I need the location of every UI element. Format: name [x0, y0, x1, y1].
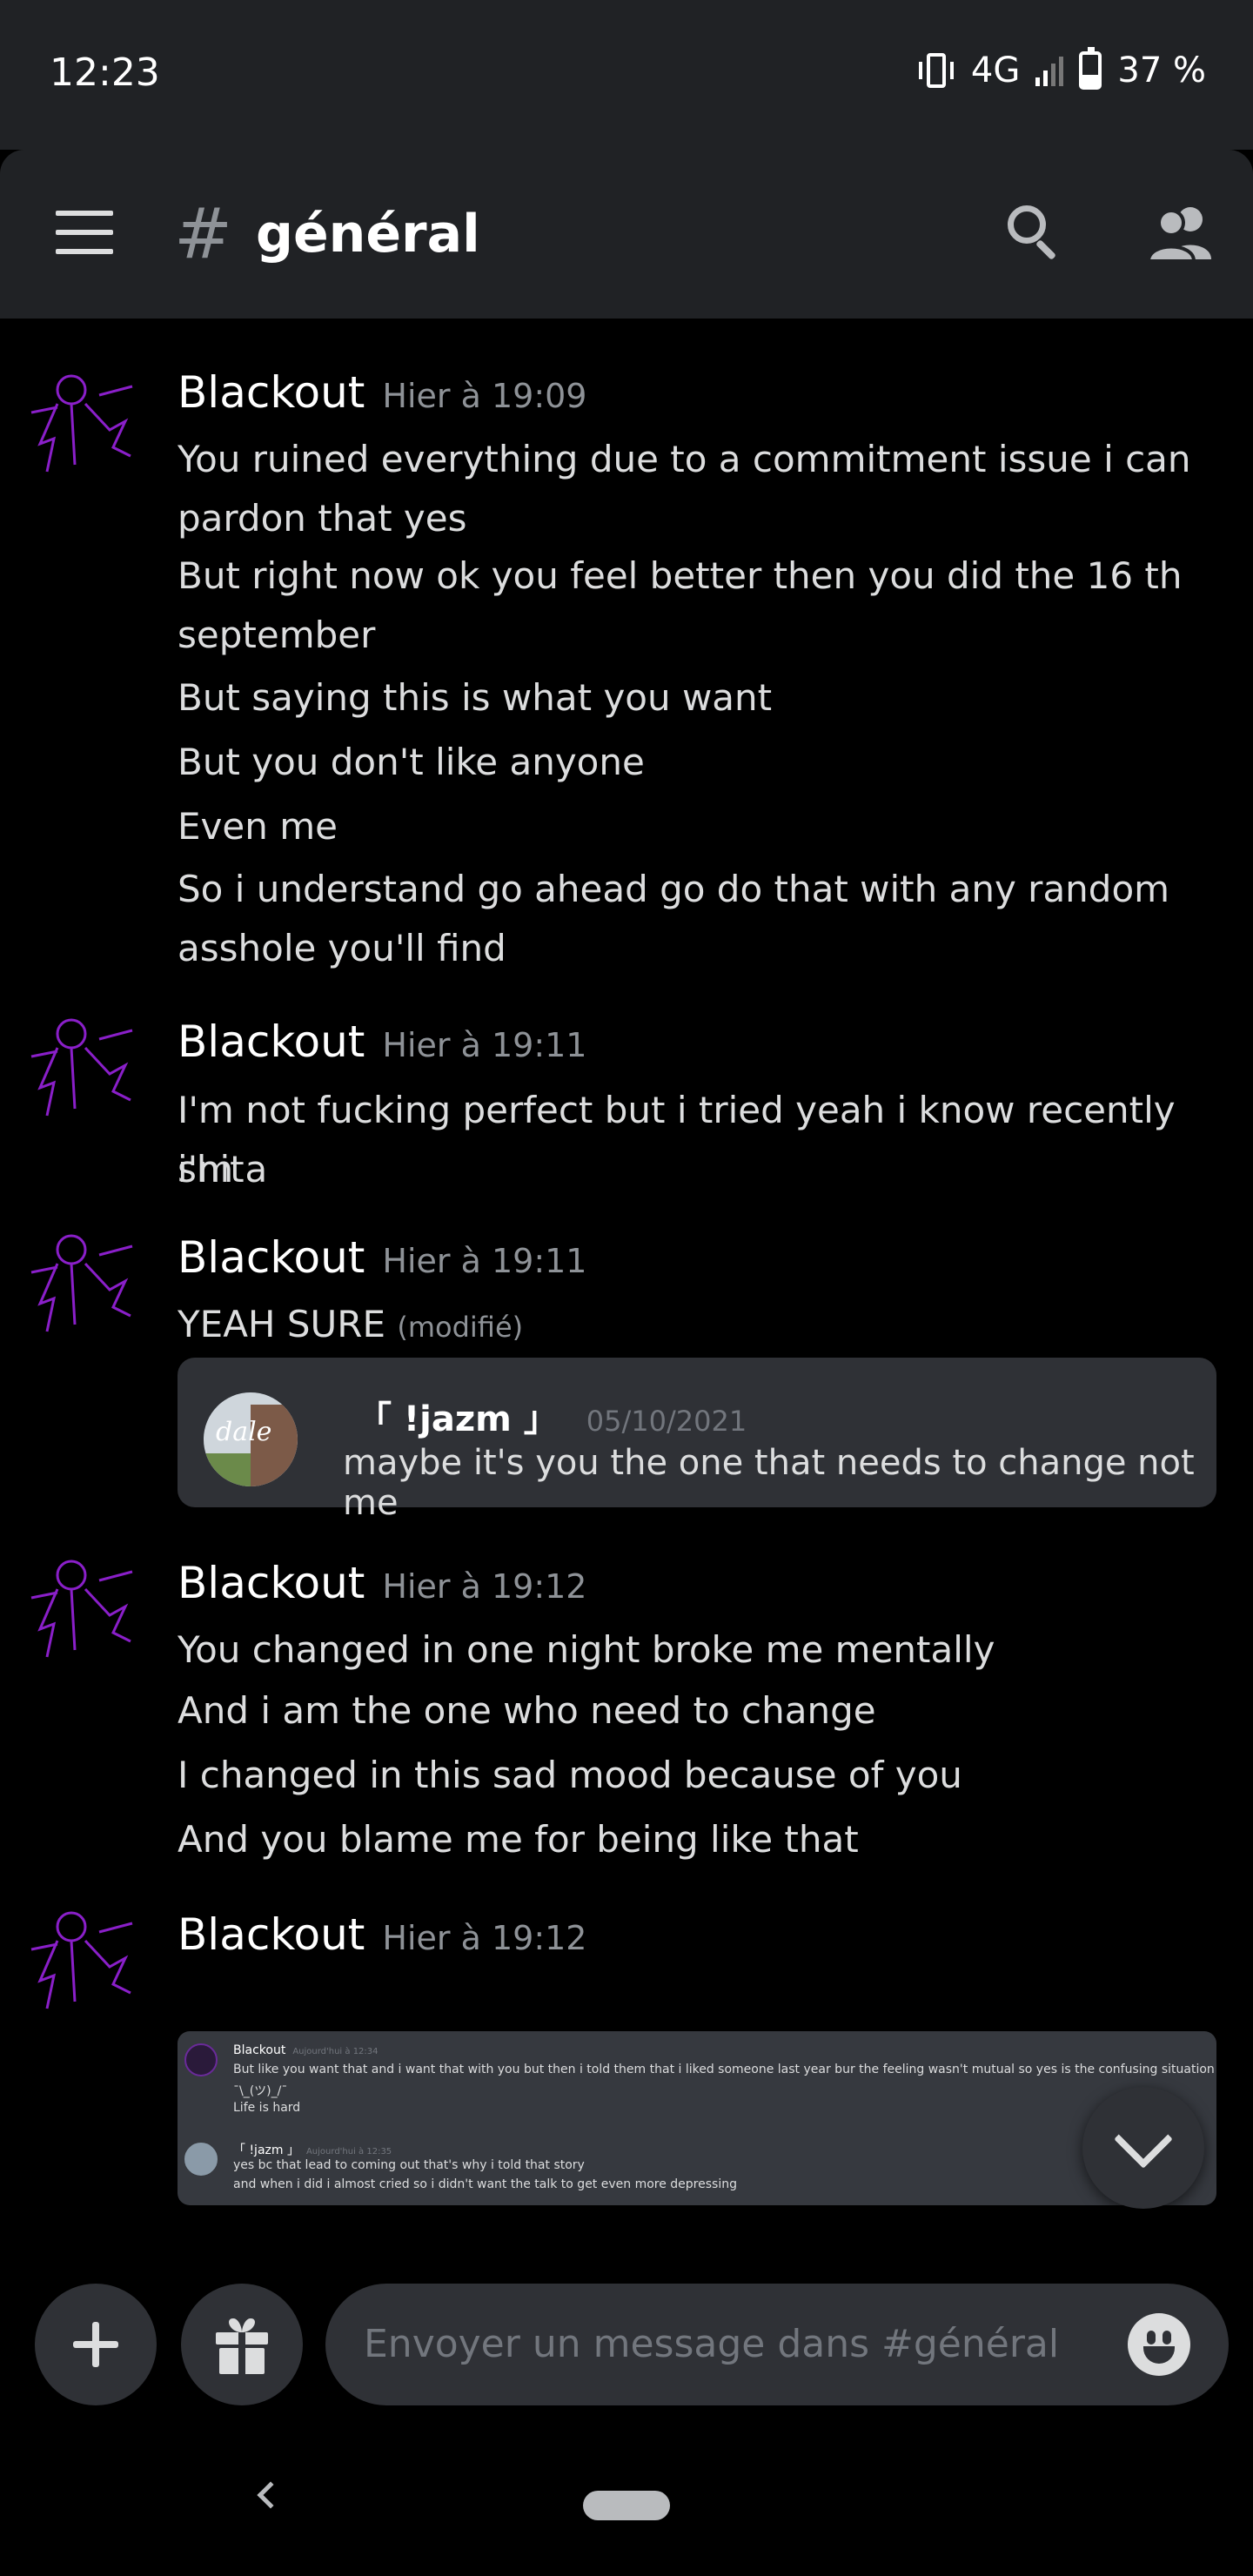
- message-line: You changed in one night broke me mental…: [178, 1628, 995, 1671]
- scroll-to-bottom-button[interactable]: [1082, 2087, 1204, 2209]
- message-list[interactable]: Blackout Hier à 19:09 You ruined everythi…: [0, 319, 1253, 2259]
- attachment-text: and when i did i almost cried so i didn'…: [233, 2177, 737, 2191]
- attachment-text: But like you want that and i want that w…: [233, 2063, 1215, 2076]
- system-nav-bar: [0, 2425, 1253, 2576]
- embed-date: 05/10/2021: [586, 1405, 747, 1438]
- message-line: So i understand go ahead go do that with…: [178, 868, 1170, 910]
- channel-hash-icon: #: [174, 193, 233, 274]
- message-line: asshole you'll find: [178, 927, 506, 969]
- message-line: YEAH SURE (modifié): [178, 1303, 524, 1345]
- message-author[interactable]: Blackout Hier à 19:11: [178, 1232, 586, 1283]
- channel-header: # général: [0, 150, 1253, 319]
- composer-bar: Envoyer un message dans #général: [0, 2259, 1253, 2425]
- message-line: You ruined everything due to a commitmen…: [178, 438, 1191, 480]
- message-timestamp: Hier à 19:09: [382, 377, 587, 415]
- avatar[interactable]: [23, 1004, 141, 1123]
- search-icon[interactable]: [1004, 202, 1065, 263]
- gift-icon: [216, 2318, 268, 2374]
- message-author[interactable]: Blackout Hier à 19:11: [178, 1016, 586, 1067]
- message-author[interactable]: Blackout Hier à 19:12: [178, 1558, 586, 1608]
- add-attachment-button[interactable]: [35, 2284, 157, 2405]
- message-author[interactable]: Blackout Hier à 19:12: [178, 1909, 586, 1960]
- attachment-author: 「 !jazm 」 Aujourd'hui à 12:35: [233, 2143, 392, 2157]
- message-line: But saying this is what you want: [178, 676, 773, 719]
- channel-title: général: [256, 204, 480, 265]
- attachment-avatar: [184, 2043, 218, 2076]
- quoted-message-embed[interactable]: dale 「 !jazm 」 05/10/2021 maybe it's you …: [178, 1358, 1216, 1523]
- home-pill[interactable]: [583, 2491, 670, 2520]
- message-line: I changed in this sad mood because of yo…: [178, 1754, 962, 1796]
- message-timestamp: Hier à 19:12: [382, 1567, 587, 1606]
- members-icon[interactable]: [1145, 202, 1215, 263]
- status-icons: 4G 37 %: [917, 47, 1206, 91]
- avatar[interactable]: [23, 1220, 141, 1338]
- message-line: But you don't like anyone: [178, 741, 645, 783]
- message-timestamp: Hier à 19:12: [382, 1919, 587, 1957]
- hamburger-menu-icon[interactable]: [56, 211, 113, 254]
- message-line: september: [178, 614, 376, 656]
- avatar[interactable]: [23, 1897, 141, 2016]
- chevron-down-icon: [1114, 2110, 1173, 2169]
- message-line: And i am the one who need to change: [178, 1689, 876, 1732]
- network-label: 4G: [970, 50, 1021, 91]
- status-bar: 12:23 4G 37 %: [0, 0, 1253, 150]
- message-line: pardon that yes: [178, 497, 467, 540]
- embed-text: maybe it's you the one that needs to cha…: [343, 1443, 1195, 1523]
- message-timestamp: Hier à 19:11: [382, 1242, 587, 1280]
- image-attachment[interactable]: Blackout Aujourd'hui à 12:34 But like you…: [178, 2031, 1216, 2205]
- message-author[interactable]: Blackout Hier à 19:09: [178, 367, 586, 418]
- battery-label: 37 %: [1117, 50, 1206, 91]
- message-timestamp: Hier à 19:11: [382, 1026, 587, 1064]
- message-input-placeholder: Envoyer un message dans #général: [364, 2322, 1060, 2366]
- gift-button[interactable]: [181, 2284, 303, 2405]
- vibrate-icon: [917, 53, 955, 88]
- back-icon[interactable]: [257, 2481, 285, 2509]
- avatar[interactable]: [23, 360, 141, 479]
- avatar[interactable]: [23, 1546, 141, 1664]
- attachment-author: Blackout Aujourd'hui à 12:34: [233, 2043, 379, 2057]
- attachment-text: Life is hard: [233, 2101, 301, 2115]
- attachment-text: ¯\_(ツ)_/¯: [233, 2084, 288, 2098]
- attachment-text: yes bc that lead to coming out that's wh…: [233, 2158, 585, 2172]
- emoji-icon[interactable]: [1128, 2313, 1190, 2376]
- message-line: Even me: [178, 805, 338, 848]
- message-line: But right now ok you feel better then yo…: [178, 554, 1183, 597]
- message-line: shit: [178, 1148, 245, 1191]
- status-time: 12:23: [50, 50, 160, 95]
- embed-author: 「 !jazm 」 05/10/2021: [357, 1399, 747, 1439]
- message-input[interactable]: Envoyer un message dans #général: [325, 2284, 1229, 2405]
- edited-label: (modifié): [397, 1311, 524, 1344]
- battery-icon: [1079, 47, 1102, 90]
- message-line: And you blame me for being like that: [178, 1818, 859, 1861]
- attachment-avatar: [184, 2143, 218, 2176]
- signal-icon: [1035, 55, 1064, 86]
- embed-avatar: dale: [204, 1392, 298, 1486]
